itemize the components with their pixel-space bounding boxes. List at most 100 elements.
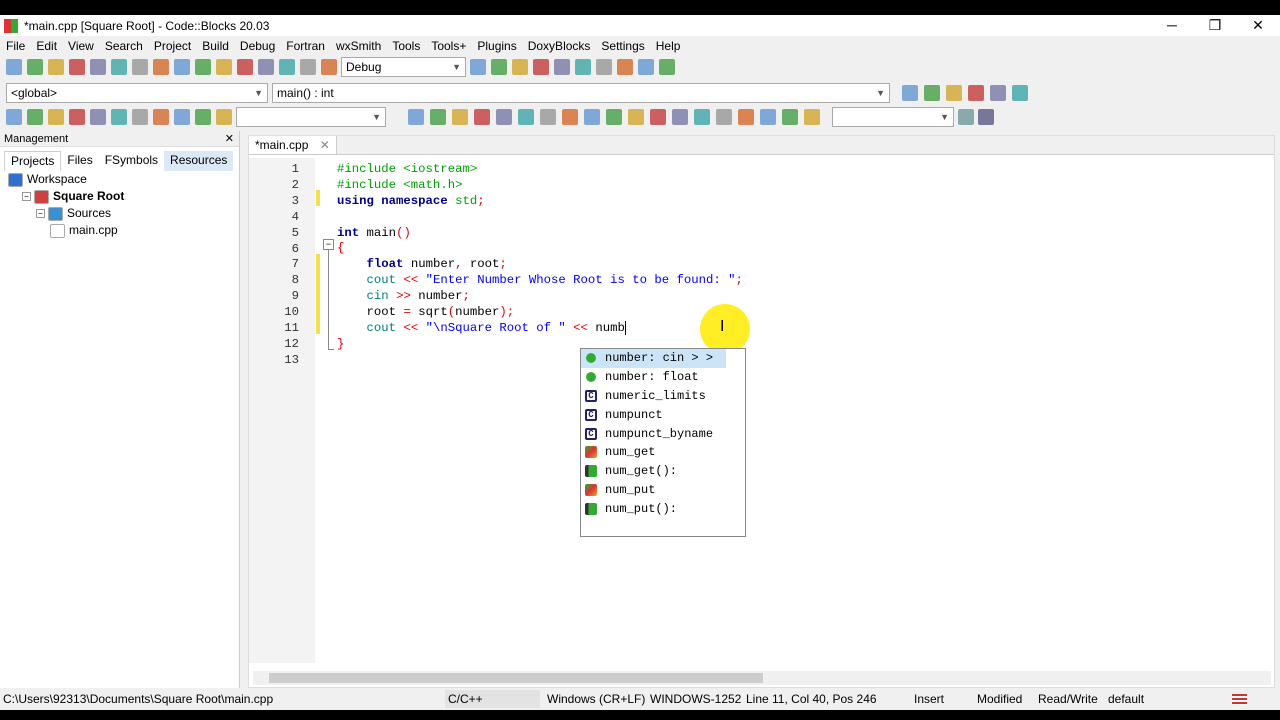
- html-icon[interactable]: [90, 109, 106, 125]
- toggle-bookmark-icon[interactable]: [946, 85, 962, 101]
- tab-files[interactable]: Files: [61, 151, 98, 171]
- box3-icon[interactable]: [650, 109, 666, 125]
- autocomplete-item[interactable]: number: cin > >: [581, 349, 726, 368]
- next-instr-icon[interactable]: [554, 59, 570, 75]
- step-over-icon[interactable]: [512, 59, 528, 75]
- search2-combo[interactable]: ▼: [832, 107, 954, 127]
- build-run-icon[interactable]: [279, 59, 295, 75]
- scrollbar-thumb[interactable]: [269, 673, 763, 683]
- tab-resources[interactable]: Resources: [164, 151, 234, 171]
- comment-block-icon[interactable]: [48, 109, 64, 125]
- next-icon[interactable]: [430, 109, 446, 125]
- debug-run-icon[interactable]: [470, 59, 486, 75]
- collapse-icon[interactable]: −: [36, 209, 45, 218]
- close-tab-icon[interactable]: ✕: [320, 138, 330, 152]
- autocomplete-item[interactable]: num_put():: [581, 499, 745, 518]
- box5-icon[interactable]: [694, 109, 710, 125]
- menu-search[interactable]: Search: [105, 39, 143, 53]
- menu-project[interactable]: Project: [154, 39, 191, 53]
- jump-back-icon[interactable]: [902, 85, 918, 101]
- doxy-extract-icon[interactable]: [6, 109, 22, 125]
- minimize-button[interactable]: ─: [1150, 15, 1194, 36]
- box6-icon[interactable]: [716, 109, 732, 125]
- paste-icon[interactable]: [174, 59, 190, 75]
- stop-icon[interactable]: [617, 59, 633, 75]
- box4-icon[interactable]: [672, 109, 688, 125]
- abort-icon[interactable]: [321, 59, 337, 75]
- open-icon[interactable]: [27, 59, 43, 75]
- menu-tools[interactable]: Tools+: [431, 39, 466, 53]
- autocomplete-item[interactable]: num_get: [581, 443, 745, 462]
- rect-icon[interactable]: [562, 109, 578, 125]
- menu-help[interactable]: Help: [656, 39, 681, 53]
- undo-icon[interactable]: [90, 59, 106, 75]
- menu-build[interactable]: Build: [202, 39, 229, 53]
- regex-icon[interactable]: [518, 109, 534, 125]
- menu-file[interactable]: File: [6, 39, 25, 53]
- s-icon-icon[interactable]: [782, 109, 798, 125]
- code-area[interactable]: #include <iostream> #include <math.h> usin…: [337, 158, 743, 369]
- tree-item-main-cpp[interactable]: main.cpp: [0, 222, 239, 239]
- zoom-out-icon[interactable]: [760, 109, 776, 125]
- copy-icon[interactable]: [153, 59, 169, 75]
- autocomplete-item[interactable]: num_get():: [581, 462, 745, 481]
- mark-icon[interactable]: [174, 109, 190, 125]
- step-instr-icon[interactable]: [575, 59, 591, 75]
- autocomplete-item[interactable]: Cnumeric_limits: [581, 387, 745, 406]
- tab-main-cpp[interactable]: *main.cpp ✕: [249, 136, 337, 154]
- break-icon[interactable]: [596, 59, 612, 75]
- new-file-icon[interactable]: [6, 59, 22, 75]
- info-icon[interactable]: [659, 59, 675, 75]
- next-bookmark-icon[interactable]: [990, 85, 1006, 101]
- step-out-icon[interactable]: [533, 59, 549, 75]
- horizontal-scrollbar[interactable]: [253, 671, 1271, 685]
- box2-icon[interactable]: [628, 109, 644, 125]
- insert-icon[interactable]: [474, 109, 490, 125]
- menu-fortran[interactable]: Fortran: [286, 39, 325, 53]
- scope-select[interactable]: <global> ▼: [6, 83, 268, 103]
- menu-settings[interactable]: Settings: [601, 39, 644, 53]
- tab-fsymbols[interactable]: FSymbols: [99, 151, 164, 171]
- menu-doxyblocks[interactable]: DoxyBlocks: [528, 39, 591, 53]
- find-icon[interactable]: [195, 59, 211, 75]
- rebuild-icon[interactable]: [300, 59, 316, 75]
- tree-item-workspace[interactable]: Workspace: [0, 171, 239, 188]
- autocomplete-item[interactable]: num_put: [581, 481, 745, 500]
- redo-icon[interactable]: [111, 59, 127, 75]
- prev-icon[interactable]: [408, 109, 424, 125]
- doxy-run-icon[interactable]: [27, 109, 43, 125]
- zoom-in-icon[interactable]: [738, 109, 754, 125]
- step-into-icon[interactable]: [491, 59, 507, 75]
- menu-debug[interactable]: Debug: [240, 39, 275, 53]
- run-icon[interactable]: [258, 59, 274, 75]
- build-target-select[interactable]: Debug ▼: [341, 57, 466, 77]
- cut-icon[interactable]: [132, 59, 148, 75]
- close-icon[interactable]: ✕: [225, 131, 234, 147]
- save-icon[interactable]: [48, 59, 64, 75]
- search-combo[interactable]: ▼: [236, 107, 386, 127]
- prev-bookmark-icon[interactable]: [968, 85, 984, 101]
- collapse-icon[interactable]: −: [22, 192, 31, 201]
- autocomplete-item[interactable]: number: float: [581, 368, 745, 387]
- fit-icon[interactable]: [584, 109, 600, 125]
- box1-icon[interactable]: [606, 109, 622, 125]
- tree-item-sources[interactable]: − Sources: [0, 205, 239, 222]
- menu-edit[interactable]: Edit: [36, 39, 57, 53]
- highlight-icon[interactable]: [452, 109, 468, 125]
- jump-forward-icon[interactable]: [924, 85, 940, 101]
- search-icon[interactable]: [958, 109, 974, 125]
- close-button[interactable]: ✕: [1236, 15, 1280, 36]
- settings-icon[interactable]: [978, 109, 994, 125]
- save-all-icon[interactable]: [69, 59, 85, 75]
- clear-icon[interactable]: [216, 109, 232, 125]
- next-mark-icon[interactable]: [195, 109, 211, 125]
- menu-wxsmith[interactable]: wxSmith: [336, 39, 381, 53]
- build-icon[interactable]: [237, 59, 253, 75]
- comment-line-icon[interactable]: [69, 109, 85, 125]
- select-icon[interactable]: [540, 109, 556, 125]
- replace-icon[interactable]: [216, 59, 232, 75]
- menu-plugins[interactable]: Plugins: [477, 39, 516, 53]
- c-icon-icon[interactable]: [804, 109, 820, 125]
- clear-bookmarks-icon[interactable]: [1012, 85, 1028, 101]
- tree-item-square-root[interactable]: − Square Root: [0, 188, 239, 205]
